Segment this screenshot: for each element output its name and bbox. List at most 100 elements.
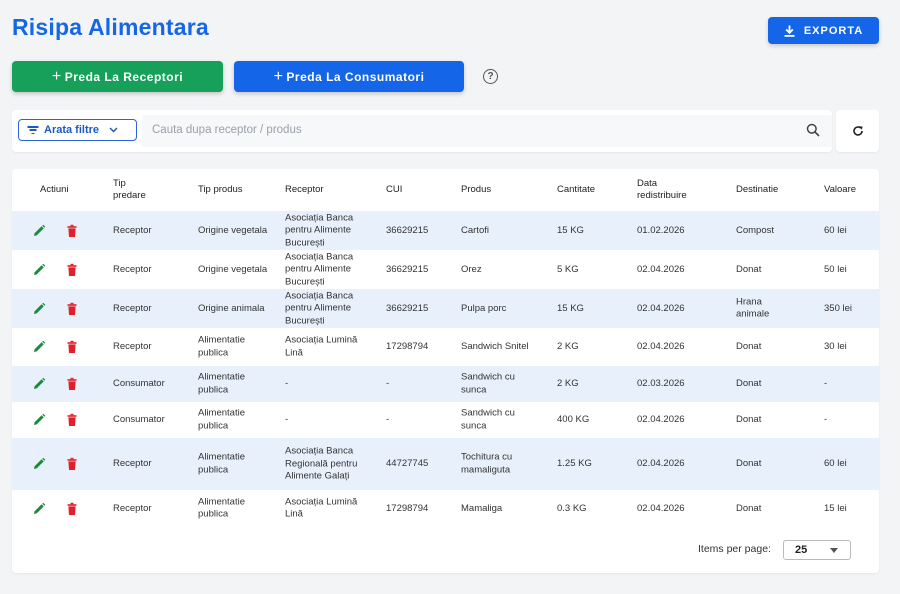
filter-panel: Arata filtre Cauta dupa receptor / produ… bbox=[12, 110, 832, 152]
cell-cui: - bbox=[386, 413, 390, 425]
cell-produs: Pulpa porc bbox=[461, 302, 507, 314]
cell-data: 02.03.2026 bbox=[637, 377, 685, 389]
cell-produs: Sandwich cu sunca bbox=[461, 371, 515, 396]
page-title: Risipa Alimentara bbox=[12, 14, 209, 40]
delete-icon[interactable] bbox=[65, 377, 79, 391]
edit-icon[interactable] bbox=[32, 263, 46, 277]
refresh-button[interactable] bbox=[836, 110, 879, 152]
cell-data: 02.04.2026 bbox=[637, 302, 685, 314]
table-row: Consumator Alimentatie publica - - Sandwich … bbox=[12, 366, 879, 402]
column-header: Receptor bbox=[285, 184, 324, 195]
filter-bar: Arata filtre Cauta dupa receptor / produ… bbox=[12, 110, 879, 152]
plus-icon: + bbox=[273, 67, 284, 85]
edit-icon[interactable] bbox=[32, 302, 46, 316]
cell-cantitate: 1.25 KG bbox=[557, 457, 592, 469]
table-row: Receptor Origine vegetala Asociația Banca … bbox=[12, 211, 879, 250]
items-per-page-select[interactable]: 25 bbox=[783, 540, 851, 560]
give-receptors-button[interactable]: + Preda La Receptori bbox=[12, 61, 223, 92]
cell-valoare: 50 lei bbox=[824, 263, 847, 275]
export-button[interactable]: EXPORTA bbox=[768, 17, 879, 44]
cell-produs: Tochitura cu mamaliguta bbox=[461, 451, 513, 476]
cell-destinatie: Donat bbox=[736, 377, 762, 389]
cell-data: 01.02.2026 bbox=[637, 224, 685, 236]
delete-icon[interactable] bbox=[65, 340, 79, 354]
cell-tip-predare: Consumator bbox=[113, 413, 165, 425]
cell-data: 02.04.2026 bbox=[637, 263, 685, 275]
cell-valoare: 60 lei bbox=[824, 224, 847, 236]
cell-data: 02.04.2026 bbox=[637, 340, 685, 352]
cell-tip-predare: Receptor bbox=[113, 340, 152, 352]
edit-icon[interactable] bbox=[32, 457, 46, 471]
table-row: Receptor Origine vegetala Asociația Banca … bbox=[12, 250, 879, 289]
cell-receptor: Asociația Banca Regională pentru Aliment… bbox=[285, 445, 358, 482]
cell-cui: 44727745 bbox=[386, 457, 429, 469]
cell-tip-produs: Origine animala bbox=[198, 302, 265, 314]
cell-receptor: - bbox=[285, 377, 289, 389]
delete-icon[interactable] bbox=[65, 502, 79, 516]
delete-icon[interactable] bbox=[65, 413, 79, 427]
items-per-page-value: 25 bbox=[795, 544, 808, 556]
cell-receptor: Asociația Lumină Lină bbox=[285, 496, 358, 520]
edit-icon[interactable] bbox=[32, 377, 46, 391]
cell-tip-predare: Receptor bbox=[113, 457, 152, 469]
cell-cui: 17298794 bbox=[386, 340, 429, 352]
cell-receptor: Asociația Banca pentru Alimente Bucureșt… bbox=[285, 289, 354, 326]
cell-valoare: 15 lei bbox=[824, 502, 847, 514]
give-consumers-label: Preda La Consumatori bbox=[286, 69, 425, 84]
cell-tip-predare: Receptor bbox=[113, 302, 152, 314]
table-row: Receptor Origine animala Asociația Banca p… bbox=[12, 289, 879, 328]
cell-tip-produs: Alimentatie publica bbox=[198, 496, 245, 520]
give-consumers-button[interactable]: + Preda La Consumatori bbox=[234, 61, 464, 92]
cell-data: 02.04.2026 bbox=[637, 457, 685, 469]
cell-cantitate: 2 KG bbox=[557, 377, 579, 389]
items-per-page-label: Items per page: bbox=[698, 543, 771, 555]
cell-destinatie: Donat bbox=[736, 413, 762, 425]
edit-icon[interactable] bbox=[32, 340, 46, 354]
edit-icon[interactable] bbox=[32, 502, 46, 516]
help-icon[interactable]: ? bbox=[483, 69, 498, 84]
cell-valoare: 350 lei bbox=[824, 302, 852, 314]
cell-receptor: Asociația Banca pentru Alimente Bucureșt… bbox=[285, 250, 354, 287]
cell-valoare: 60 lei bbox=[824, 457, 847, 469]
search-icon[interactable] bbox=[806, 123, 820, 137]
delete-icon[interactable] bbox=[65, 457, 79, 471]
cell-produs: Sandwich cu sunca bbox=[461, 407, 515, 432]
cell-valoare: - bbox=[824, 413, 828, 425]
column-header: CUI bbox=[386, 184, 403, 195]
delete-icon[interactable] bbox=[65, 224, 79, 238]
cell-tip-produs: Origine vegetala bbox=[198, 224, 268, 236]
show-filters-label: Arata filtre bbox=[44, 124, 100, 136]
give-receptors-label: Preda La Receptori bbox=[64, 69, 184, 84]
cell-valoare: 30 lei bbox=[824, 340, 847, 352]
cell-cui: 17298794 bbox=[386, 502, 429, 514]
show-filters-button[interactable]: Arata filtre bbox=[18, 119, 137, 141]
search-input[interactable]: Cauta dupa receptor / produs bbox=[142, 115, 832, 147]
delete-icon[interactable] bbox=[65, 263, 79, 277]
table-row: Consumator Alimentatie publica - - Sandwich … bbox=[12, 402, 879, 438]
table-header: Actiuni Tip predare Tip produs Receptor … bbox=[12, 169, 879, 211]
cell-cantitate: 15 KG bbox=[557, 302, 584, 314]
edit-icon[interactable] bbox=[32, 413, 46, 427]
column-header: Tip produs bbox=[198, 184, 243, 195]
cell-cui: 36629215 bbox=[386, 224, 429, 236]
cell-tip-produs: Alimentatie publica bbox=[198, 371, 245, 396]
column-header: Actiuni bbox=[40, 184, 69, 195]
cell-cantitate: 0.3 KG bbox=[557, 502, 587, 514]
cell-tip-predare: Receptor bbox=[113, 502, 152, 514]
cell-tip-produs: Alimentatie publica bbox=[198, 407, 245, 432]
cell-data: 02.04.2026 bbox=[637, 502, 685, 514]
cell-receptor: - bbox=[285, 413, 289, 425]
cell-tip-produs: Alimentatie publica bbox=[198, 334, 245, 359]
cell-tip-produs: Alimentatie publica bbox=[198, 451, 245, 476]
cell-valoare: - bbox=[824, 377, 828, 389]
cell-cui: - bbox=[386, 377, 390, 389]
table-card: Actiuni Tip predare Tip produs Receptor … bbox=[12, 169, 879, 573]
cell-cui: 36629215 bbox=[386, 263, 429, 275]
cell-destinatie: Donat bbox=[736, 263, 762, 275]
refresh-icon bbox=[852, 126, 863, 136]
delete-icon[interactable] bbox=[65, 302, 79, 316]
edit-icon[interactable] bbox=[32, 224, 46, 238]
cell-tip-predare: Consumator bbox=[113, 377, 165, 389]
table-row: Receptor Alimentatie publica Asociația Lum… bbox=[12, 328, 879, 366]
cell-tip-predare: Receptor bbox=[113, 263, 152, 275]
